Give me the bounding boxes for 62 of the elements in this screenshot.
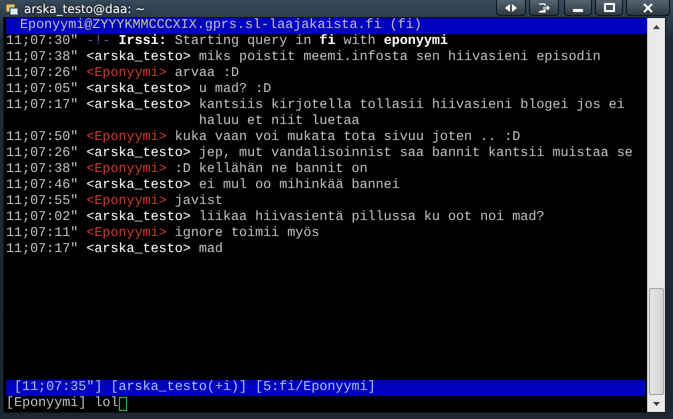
maximize-button[interactable] [595, 0, 623, 16]
text-cursor [118, 397, 126, 411]
status-item: [11;07:35"] [14, 380, 102, 396]
nickname: <arska_testo> [86, 82, 191, 98]
chat-message: arvaa :D [174, 66, 240, 82]
scroll-down-icon[interactable] [653, 402, 660, 406]
prompt-label: [Eponyymi] [6, 396, 86, 412]
timestamp: 11;07:38" [6, 50, 78, 66]
scroll-up-icon[interactable] [653, 24, 660, 28]
timestamp: 11;07:50" [6, 130, 78, 146]
nickname: <arska_testo> [86, 210, 191, 226]
chat-message: ignore toimii myös [174, 226, 320, 242]
minimize-button[interactable] [564, 0, 592, 16]
close-button[interactable] [626, 0, 670, 16]
chat-message: u mad? :D [198, 82, 272, 98]
nickname: <arska_testo> [86, 178, 191, 194]
nickname: <Eponyymi> [86, 226, 167, 242]
timestamp: 11;07:26" [6, 146, 78, 162]
exit-icon [538, 2, 550, 12]
close-icon [643, 2, 653, 12]
timestamp: 11;07:11" [6, 226, 78, 242]
scrollbar[interactable] [647, 18, 665, 412]
timestamp: 11;07:17" [6, 98, 78, 114]
chat-message: mad [198, 242, 223, 258]
chat-message: kuka vaan voi mukata tota sivuu joten .. :D [174, 130, 520, 146]
timestamp: 11;07:02" [6, 210, 78, 226]
timestamp: 11;07:05" [6, 82, 78, 98]
left-right-arrows-icon [505, 4, 517, 12]
scroll-thumb[interactable] [649, 288, 664, 395]
topic-bar: Eponyymi@ZYYYKMMCCCXIX.gprs.sl-laajakaista.fi (fi) [6, 18, 647, 34]
timestamp: 11;07:26" [6, 66, 78, 82]
nickname: <Eponyymi> [86, 130, 167, 146]
nickname: <Eponyymi> [86, 162, 167, 178]
chat-message: miks poistit meemi.infosta sen hiivasieni episodin [198, 50, 601, 66]
chat-message: ei mul oo mihinkää bannei [198, 178, 400, 194]
input-field[interactable]: lol [94, 396, 126, 412]
system-message: Irssi: Starting query in fi with eponyymi [118, 34, 448, 50]
nickname: <arska_testo> [86, 50, 191, 66]
system-marker: -!- [86, 34, 110, 50]
exit-button[interactable] [529, 0, 559, 16]
timestamp: 11;07:17" [6, 242, 78, 258]
chat-message: liikaa hiivasientä pillussa ku oot noi mad? [198, 210, 544, 226]
terminal-icon [5, 2, 19, 16]
chat-message: jep, mut vandalisoinnist saa bannit kantsii muistaa se [198, 146, 633, 162]
nickname: <Eponyymi> [86, 66, 167, 82]
nickname: <Eponyymi> [86, 194, 167, 210]
timestamp: 11;07:46" [6, 178, 78, 194]
chat-message: javist [174, 194, 223, 210]
timestamp: 11;07:55" [6, 194, 78, 210]
window-title: arska_testo@daa: ~ [24, 2, 146, 16]
status-item: [5:fi/Eponyymi] [255, 380, 376, 396]
maximize-icon [604, 3, 614, 12]
chat-message: kantsiis kirjotella tollasii hiivasieni blogei jos ei [198, 98, 625, 114]
status-item: [arska_testo(+i)] [110, 380, 248, 396]
chat-message: haluu et niit luetaa [198, 114, 360, 130]
nickname: <arska_testo> [86, 146, 191, 162]
nickname: <arska_testo> [86, 98, 191, 114]
nickname: <arska_testo> [86, 242, 191, 258]
timestamp: 11;07:38" [6, 162, 78, 178]
arrows-button[interactable] [496, 0, 526, 16]
chat-message: :D kellähän ne bannit on [174, 162, 368, 178]
timestamp: 11;07:30" [6, 34, 78, 50]
